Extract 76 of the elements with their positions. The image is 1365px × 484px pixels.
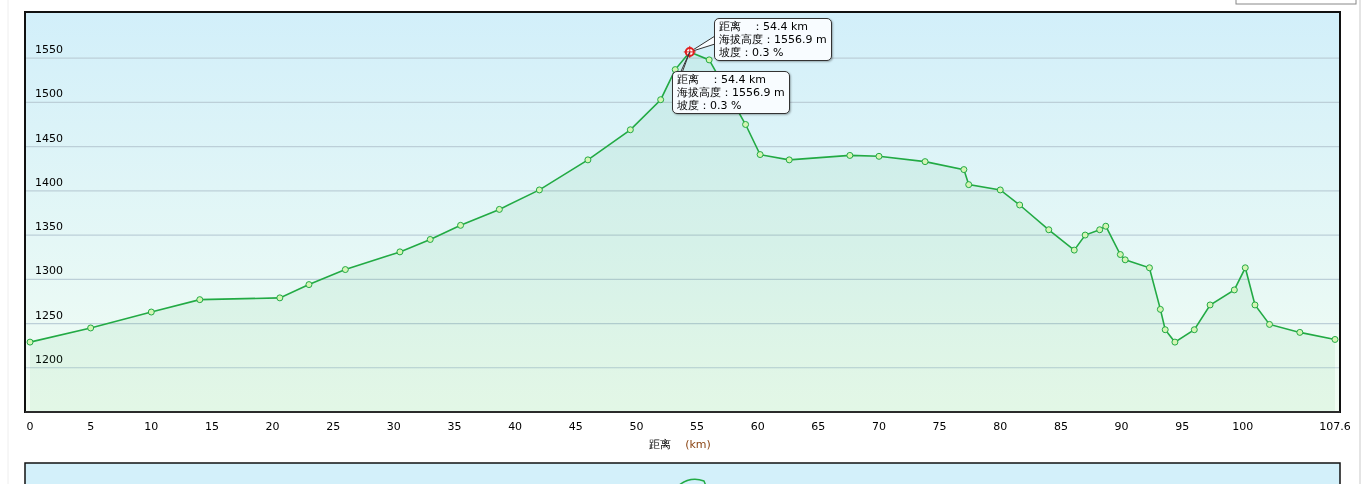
data-point xyxy=(1190,326,1198,334)
y-tick-label: 1200 xyxy=(35,352,63,366)
x-tick-label: 40 xyxy=(508,420,523,433)
x-tick-label: 50 xyxy=(629,420,644,433)
data-point xyxy=(705,56,713,64)
data-point xyxy=(535,186,543,194)
data-point xyxy=(657,96,665,104)
y-tick-label: 1250 xyxy=(35,308,63,322)
y-tick-label: 1400 xyxy=(35,175,63,189)
data-point xyxy=(996,186,1004,194)
x-tick-label: 10 xyxy=(144,420,159,433)
x-tick-label: 107.6 xyxy=(1319,420,1351,433)
data-point xyxy=(1251,301,1259,309)
data-point xyxy=(1081,231,1089,239)
x-axis-title: 距离 xyxy=(649,438,671,451)
x-tick-label: 100 xyxy=(1232,420,1254,433)
data-point xyxy=(305,281,313,289)
data-point xyxy=(1296,328,1304,336)
overview-panel[interactable] xyxy=(24,462,1341,484)
data-point xyxy=(965,181,973,189)
x-tick-label: 30 xyxy=(386,420,401,433)
x-tick-label: 70 xyxy=(872,420,886,433)
x-tick-label: 25 xyxy=(326,420,341,433)
data-point xyxy=(1045,226,1053,234)
x-axis-unit: (km) xyxy=(685,438,711,451)
x-tick-label: 90 xyxy=(1114,420,1129,433)
data-point xyxy=(1331,335,1339,343)
x-tick-label: 65 xyxy=(811,420,826,433)
y-tick-label: 1450 xyxy=(35,131,63,145)
x-tick-label: 15 xyxy=(204,420,219,433)
x-tick-label: 60 xyxy=(750,420,765,433)
data-point xyxy=(1156,305,1164,313)
x-tick-label: 5 xyxy=(87,420,95,433)
data-point xyxy=(756,151,764,159)
x-tick-label: 0 xyxy=(26,420,34,433)
data-point xyxy=(276,294,284,302)
data-point xyxy=(1070,246,1078,254)
x-tick-label: 75 xyxy=(932,420,947,433)
data-point xyxy=(1241,264,1249,272)
tooltip: 距离 ：54.4 km 海拔高度：1556.9 m 坡度：0.3 % xyxy=(714,18,832,61)
data-point xyxy=(87,324,95,332)
y-tick-label: 1500 xyxy=(35,87,63,101)
x-tick-label: 95 xyxy=(1175,420,1190,433)
data-point xyxy=(846,151,854,159)
data-point xyxy=(584,156,592,164)
x-tick-label: 85 xyxy=(1053,420,1068,433)
data-point xyxy=(495,205,503,213)
data-point xyxy=(196,296,204,304)
data-point xyxy=(1171,338,1179,346)
data-point xyxy=(396,248,404,256)
data-point xyxy=(626,126,634,134)
x-tick-label: 45 xyxy=(568,420,583,433)
x-tick-label: 35 xyxy=(447,420,462,433)
data-point xyxy=(341,266,349,274)
data-point xyxy=(1266,320,1273,328)
data-point xyxy=(785,156,793,164)
y-tick-label: 1550 xyxy=(35,43,63,57)
overview-line xyxy=(677,478,707,484)
x-tick-label: 80 xyxy=(993,420,1008,433)
data-point xyxy=(875,152,883,160)
data-point xyxy=(457,221,465,229)
y-tick-label: 1300 xyxy=(35,264,63,278)
data-point xyxy=(921,158,929,166)
data-point xyxy=(1016,201,1024,209)
data-point xyxy=(26,338,34,346)
data-point xyxy=(1206,301,1214,309)
y-tick-label: 1350 xyxy=(35,220,63,234)
data-point xyxy=(147,308,155,316)
data-point xyxy=(1230,286,1238,294)
data-point xyxy=(742,120,750,128)
data-point xyxy=(1161,326,1169,334)
data-point xyxy=(960,166,968,174)
x-tick-label: 55 xyxy=(690,420,705,433)
data-point xyxy=(426,236,434,243)
data-point xyxy=(1145,264,1153,272)
x-tick-label: 20 xyxy=(265,420,280,433)
